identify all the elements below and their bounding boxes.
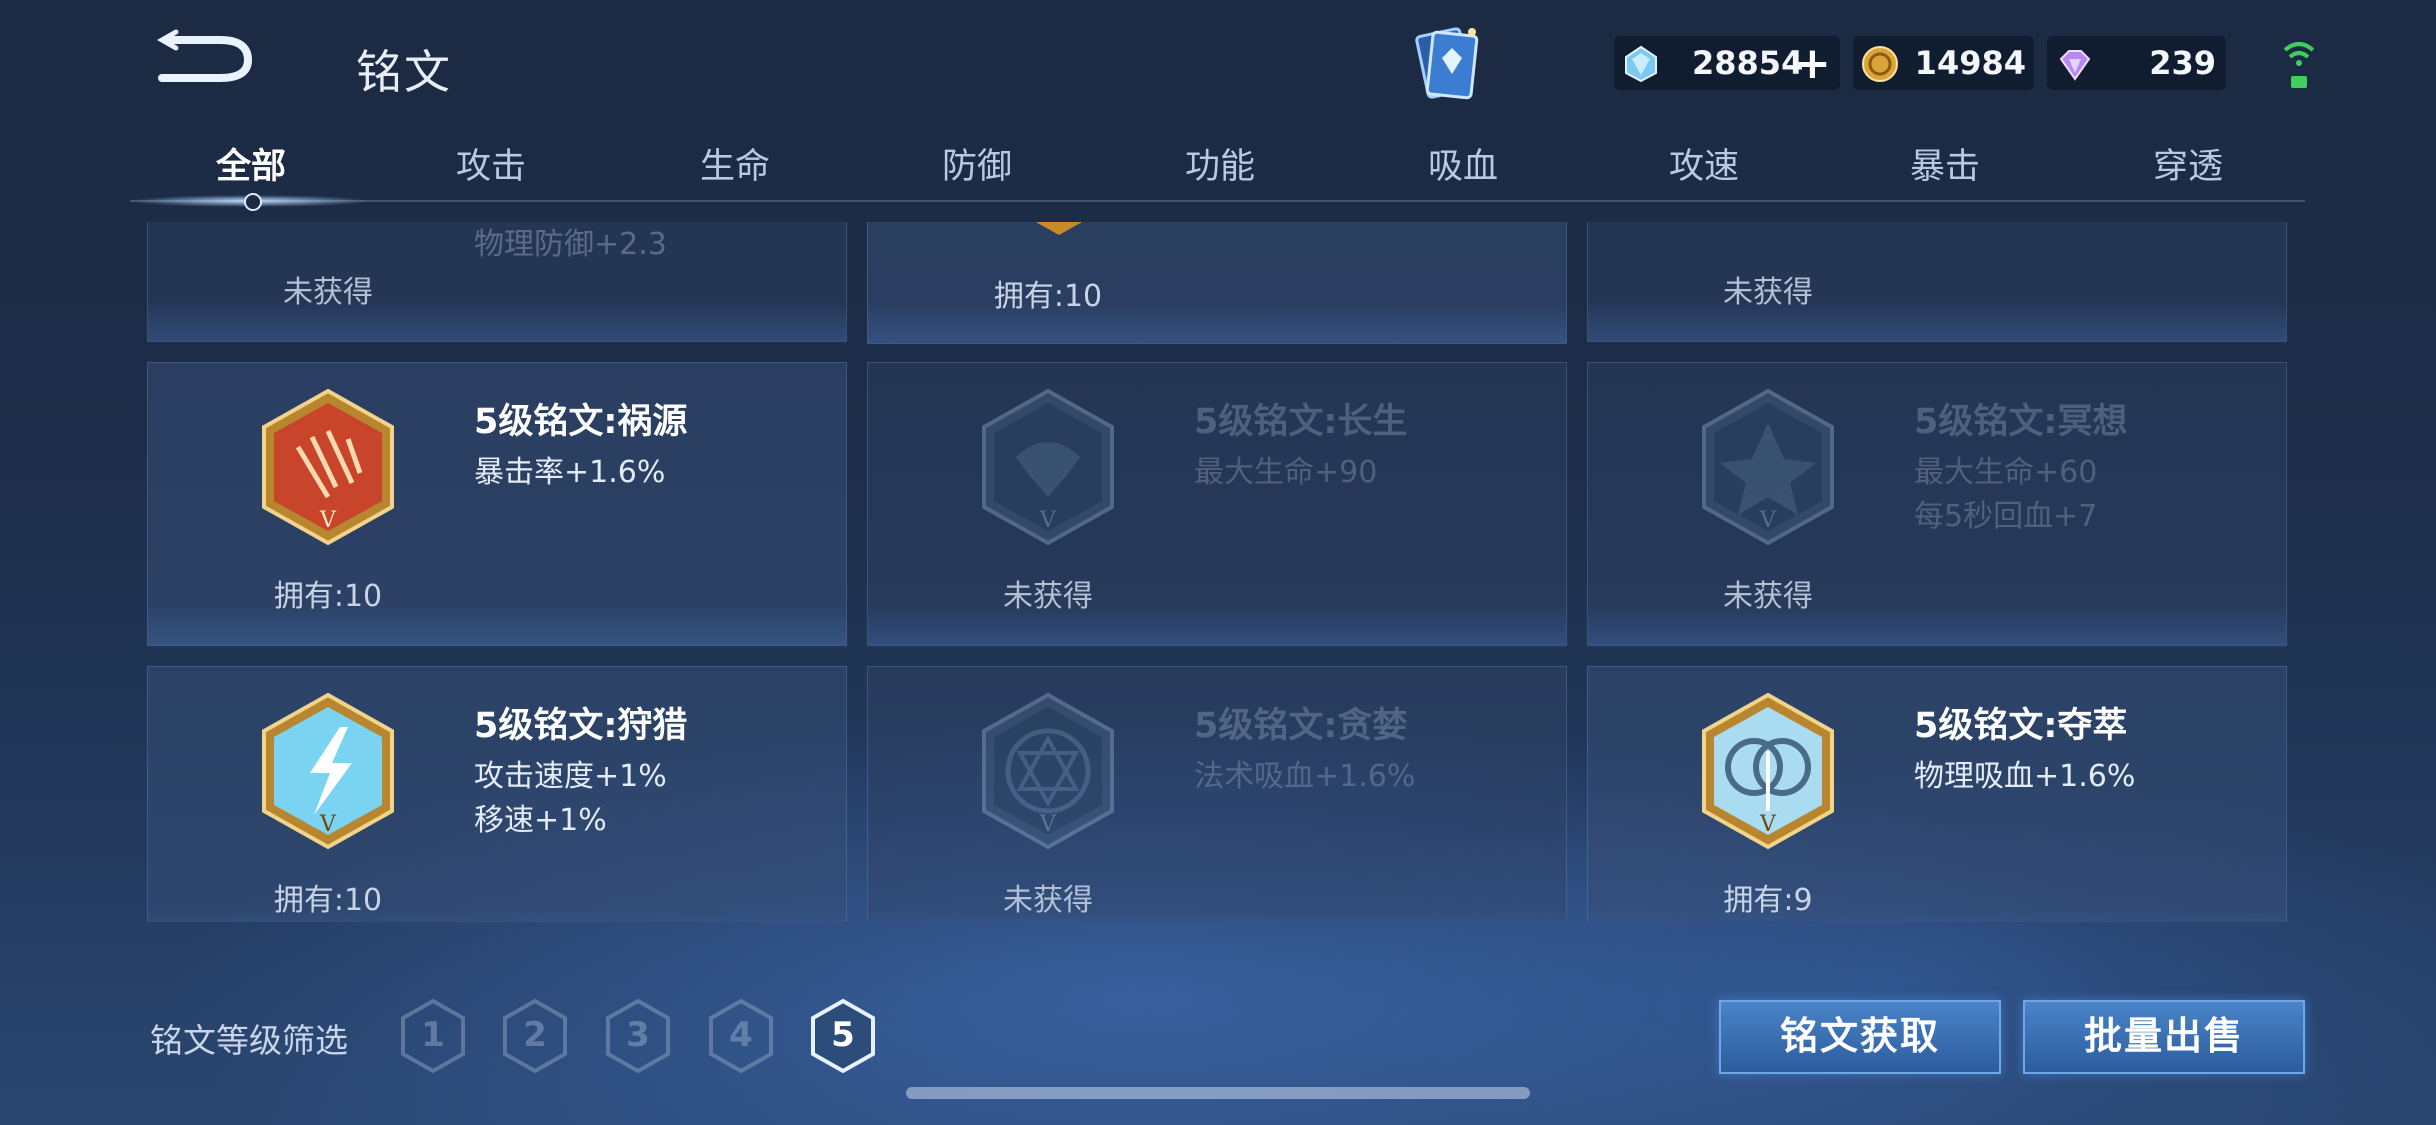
tab-all[interactable]: 全部 [171, 138, 331, 189]
inscription-status: 拥有:10 [273, 579, 383, 614]
tab-divider [130, 200, 2305, 202]
svg-text:V: V [1039, 812, 1057, 837]
tab-health[interactable]: 生命 [655, 138, 815, 189]
tab-critical[interactable]: 暴击 [1865, 138, 2025, 189]
crystal-icon [2059, 50, 2091, 81]
level-filter-1[interactable]: 1 [399, 998, 467, 1074]
tab-attack[interactable]: 攻击 [411, 138, 571, 189]
add-diamond-button[interactable]: + [1794, 38, 1831, 89]
gold-currency: 14984 [1853, 36, 2034, 90]
inscription-huoyuan-icon: V [262, 388, 394, 546]
inscription-status: 拥有:10 [273, 883, 383, 918]
back-button[interactable] [150, 28, 260, 90]
tab-penetration[interactable]: 穿透 [2108, 138, 2268, 189]
inscription-duocui-icon: V [1702, 692, 1834, 850]
level-filter-3[interactable]: 3 [604, 998, 672, 1074]
svg-text:V: V [1759, 508, 1777, 533]
page-title: 铭文 [356, 45, 452, 99]
gold-coin-icon [1862, 46, 1898, 82]
inscription-mingxiang-icon: V [1702, 388, 1834, 546]
inscription-card-huoyuan[interactable]: V 5级铭文:祸源 暴击率+1.6% 拥有:10 [147, 362, 847, 646]
inscription-emblem-partial-icon [1035, 222, 1083, 235]
inscription-changsheng-icon: V [982, 388, 1114, 546]
crystal-value: 239 [2149, 44, 2216, 82]
back-arrow-icon [156, 29, 253, 82]
inscription-name: 5级铭文:狩猎 [474, 706, 688, 746]
svg-text:V: V [1759, 812, 1777, 837]
active-tab-dot [244, 193, 262, 211]
acquire-inscription-button[interactable]: 铭文获取 [1719, 1000, 2001, 1074]
inscription-stat: 最大生命+90 [1194, 455, 1378, 490]
inscription-name: 5级铭文:夺萃 [1914, 706, 2128, 746]
diamond-currency: 28854 + [1614, 36, 1840, 90]
inscription-card-duocui[interactable]: V 5级铭文:夺萃 物理吸血+1.6% 拥有:9 [1587, 666, 2287, 922]
inscription-shoulie-icon: V [262, 692, 394, 850]
level-filter-2[interactable]: 2 [501, 998, 569, 1074]
level-filter-number: 1 [421, 1015, 445, 1055]
inscription-status: 未获得 [1003, 579, 1093, 614]
tab-defense[interactable]: 防御 [897, 138, 1057, 189]
level-filter-label: 铭文等级筛选 [150, 1021, 348, 1060]
diamond-value: 28854 [1692, 44, 1804, 82]
inscription-status: 未获得 [1003, 883, 1093, 918]
inscription-book-icon[interactable] [1408, 22, 1486, 106]
svg-text:V: V [319, 812, 337, 837]
home-indicator[interactable] [906, 1087, 1530, 1099]
inscription-name: 5级铭文:贪婪 [1194, 706, 1408, 746]
inscription-name: 5级铭文:祸源 [474, 402, 688, 442]
tab-function[interactable]: 功能 [1140, 138, 1300, 189]
crystal-currency: 239 [2047, 36, 2226, 90]
inscription-stat: 最大生命+60 [1914, 455, 2098, 490]
inscription-name: 5级铭文:冥想 [1914, 402, 2128, 442]
gold-value: 14984 [1914, 44, 2026, 82]
inscription-status: 未获得 [1723, 275, 1813, 310]
inscription-stat: 暴击率+1.6% [474, 455, 666, 490]
inscription-card-tanlan[interactable]: V 5级铭文:贪婪 法术吸血+1.6% 未获得 [867, 666, 1567, 922]
inscription-card[interactable]: 物理防御+2.3 未获得 [147, 222, 847, 342]
level-filter-5[interactable]: 5 [809, 998, 877, 1074]
tab-lifesteal[interactable]: 吸血 [1383, 138, 1543, 189]
inscription-card-shoulie[interactable]: V 5级铭文:狩猎 攻击速度+1% 移速+1% 拥有:10 [147, 666, 847, 922]
inscription-card-changsheng[interactable]: V 5级铭文:长生 最大生命+90 未获得 [867, 362, 1567, 646]
level-filter-number: 3 [626, 1015, 650, 1055]
inscription-stat: 物理防御+2.3 [474, 227, 667, 262]
inscription-stat-secondary: 每5秒回血+7 [1914, 499, 2098, 534]
level-filter-4[interactable]: 4 [707, 998, 775, 1074]
level-filter-number: 2 [523, 1015, 547, 1055]
svg-text:V: V [1039, 508, 1057, 533]
level-filter-number: 5 [831, 1015, 855, 1055]
inscription-status: 未获得 [1723, 579, 1813, 614]
svg-text:V: V [319, 508, 337, 533]
inscription-stat: 攻击速度+1% [474, 759, 667, 794]
diamond-icon [1625, 45, 1657, 83]
tab-attack-speed[interactable]: 攻速 [1624, 138, 1784, 189]
inscription-card-mingxiang[interactable]: V 5级铭文:冥想 最大生命+60 每5秒回血+7 未获得 [1587, 362, 2287, 646]
level-filter-number: 4 [729, 1015, 753, 1055]
inscription-status: 未获得 [283, 275, 373, 310]
inscription-stat: 法术吸血+1.6% [1194, 759, 1416, 794]
inscription-stat: 物理吸血+1.6% [1914, 759, 2136, 794]
inscription-name: 5级铭文:长生 [1194, 402, 1408, 442]
inscription-card[interactable]: 拥有:10 [867, 222, 1567, 344]
inscription-status: 拥有:10 [993, 279, 1103, 314]
inscription-card[interactable]: 未获得 [1587, 222, 2287, 342]
bulk-sell-button[interactable]: 批量出售 [2023, 1000, 2305, 1074]
inscription-tanlan-icon: V [982, 692, 1114, 850]
wifi-signal-icon [2282, 38, 2316, 92]
inscription-stat-secondary: 移速+1% [474, 803, 607, 838]
inscription-status: 拥有:9 [1723, 883, 1813, 918]
inscription-list[interactable]: 物理防御+2.3 未获得 拥有:10 未获得 V 5级铭文:祸源 暴击率+1.6… [140, 222, 2300, 922]
